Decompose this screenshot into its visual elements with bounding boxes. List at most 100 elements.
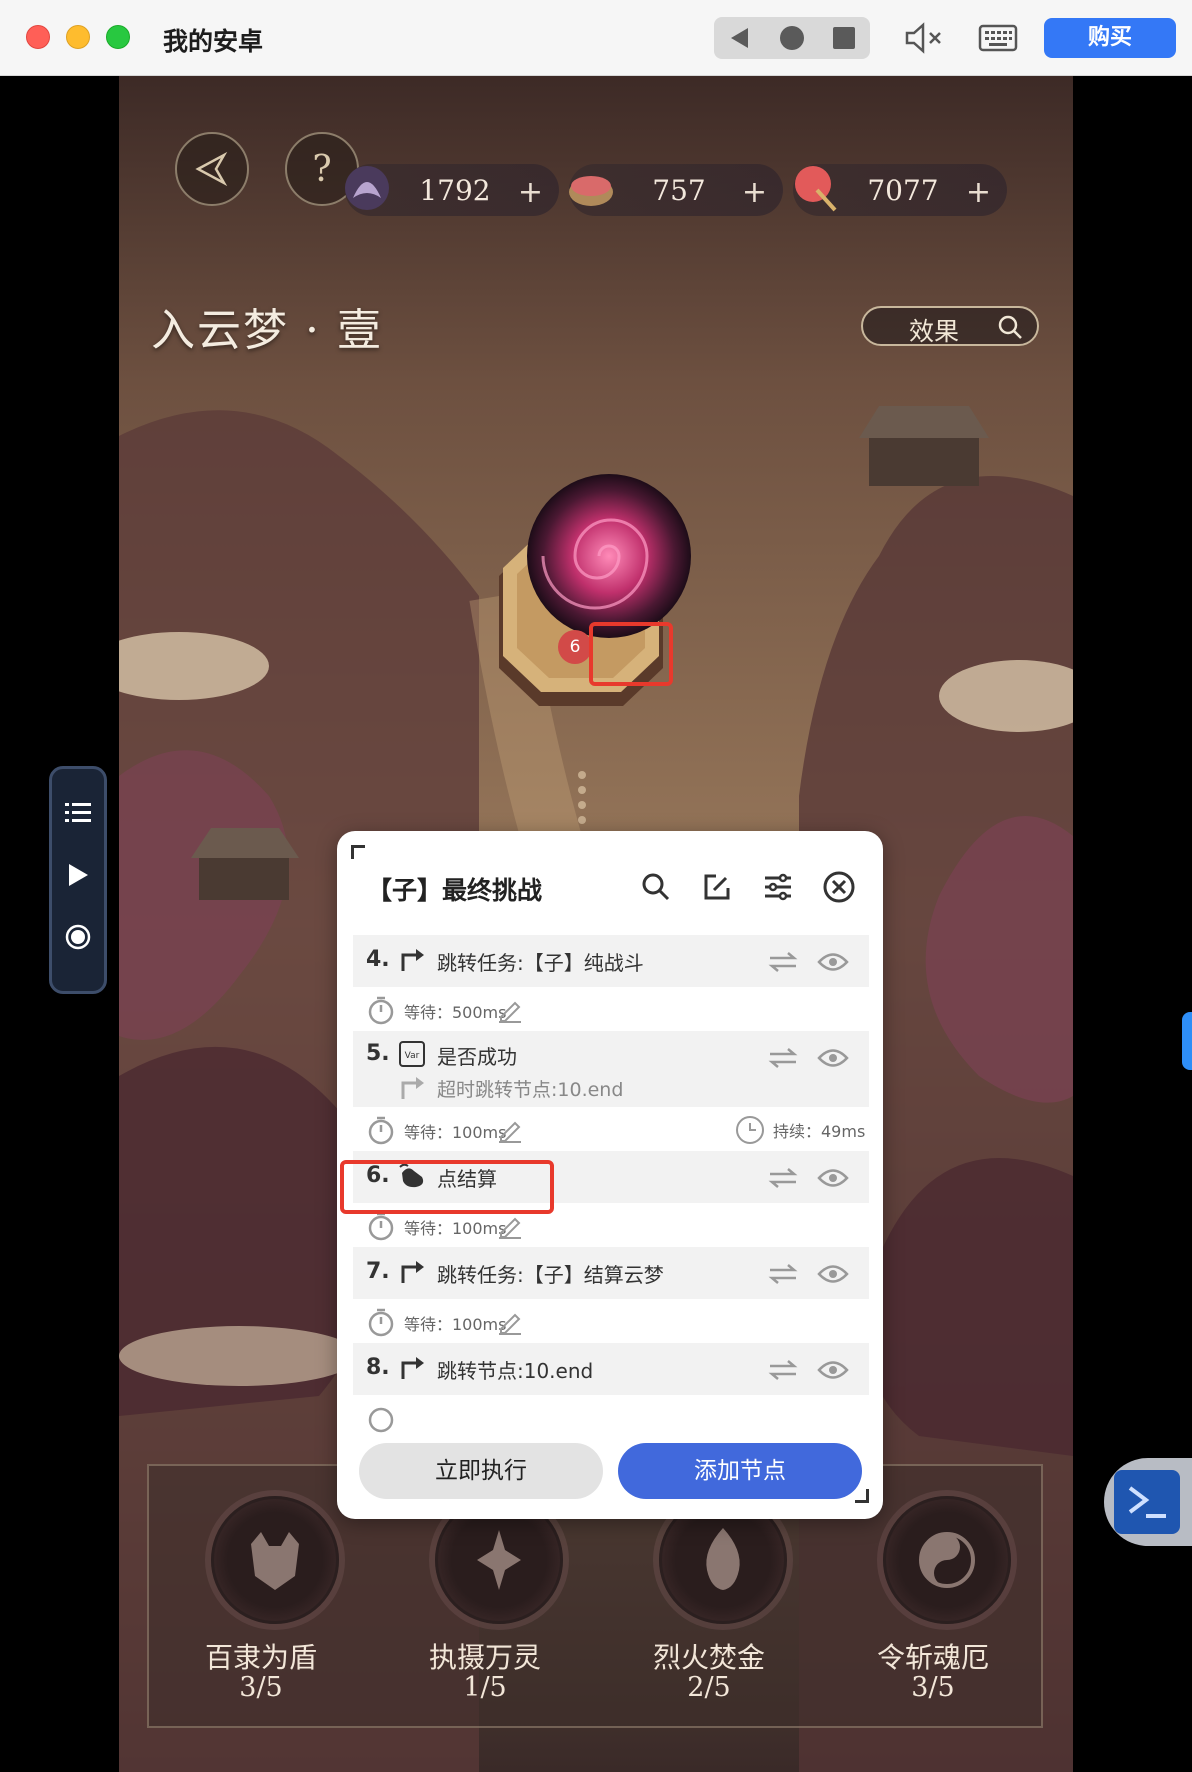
skill-level: 3/5 [911, 1672, 955, 1703]
compass-back-icon [195, 151, 228, 187]
highlight-box-node [589, 622, 673, 686]
pencil-icon[interactable] [497, 1309, 523, 1335]
play-icon [69, 864, 88, 886]
wait-row-partial [353, 1395, 869, 1437]
zoom-window-button[interactable] [106, 25, 130, 49]
list-item[interactable]: 8. 跳转节点:10.end [353, 1343, 869, 1395]
home-button[interactable] [766, 17, 818, 59]
buy-button[interactable]: 购买 [1044, 18, 1176, 58]
skill-name: 百隶为盾 [204, 1641, 317, 1674]
timer-icon [368, 1407, 394, 1433]
add-node-button[interactable]: 添加节点 [618, 1443, 862, 1499]
effect-button[interactable]: 效果 [861, 306, 1039, 346]
keyboard-button[interactable] [976, 17, 1020, 59]
node-number: 7. [366, 1259, 390, 1284]
swap-button[interactable] [765, 947, 801, 977]
recents-button[interactable] [818, 17, 870, 59]
visibility-button[interactable] [815, 1259, 851, 1289]
home-icon [780, 26, 804, 50]
swap-button[interactable] [765, 1043, 801, 1073]
eye-icon [817, 1049, 849, 1067]
timeout-jump-icon [397, 1073, 427, 1103]
add-crystal-button[interactable]: + [518, 175, 543, 210]
panel-title: 【子】最终挑战 [367, 876, 543, 905]
wait-row: 等待：100ms 持续：49ms [353, 1107, 869, 1151]
close-button[interactable] [819, 867, 859, 907]
visibility-button[interactable] [815, 1043, 851, 1073]
swap-button[interactable] [765, 1259, 801, 1289]
list-button[interactable] [52, 787, 104, 839]
add-fan-button[interactable]: + [966, 175, 991, 210]
floating-toolbar [49, 766, 107, 994]
swap-icon [768, 1168, 798, 1188]
pencil-icon[interactable] [497, 1213, 523, 1239]
swap-button[interactable] [765, 1163, 801, 1193]
node-badge[interactable]: 6 [558, 630, 592, 664]
list-item[interactable]: 4. 跳转任务:【子】纯战斗 [353, 935, 869, 987]
timer-icon [368, 1116, 394, 1145]
swap-icon [768, 952, 798, 972]
eye-icon [817, 1361, 849, 1379]
jump-icon [397, 945, 427, 975]
wait-text: 等待：500ms [404, 1003, 507, 1022]
resize-handle-bottom-right[interactable] [855, 1489, 869, 1503]
eye-icon [817, 1265, 849, 1283]
play-button[interactable] [52, 849, 104, 901]
terminal-button[interactable] [1104, 1458, 1192, 1546]
skill-level: 1/5 [463, 1672, 507, 1703]
visibility-button[interactable] [815, 1355, 851, 1385]
skill-name: 烈火焚金 [652, 1641, 765, 1674]
pencil-icon[interactable] [497, 1117, 523, 1143]
node-number: 4. [366, 947, 390, 972]
wait-text: 等待：100ms [404, 1219, 507, 1238]
terminal-icon [1114, 1470, 1180, 1534]
run-now-button[interactable]: 立即执行 [359, 1443, 603, 1499]
side-drawer-handle[interactable] [1182, 1012, 1192, 1070]
mute-button[interactable] [902, 17, 946, 59]
close-icon [823, 871, 855, 903]
timer-icon [368, 1308, 394, 1337]
search-button[interactable] [636, 867, 676, 907]
highlight-box-row [340, 1160, 554, 1214]
add-chest-button[interactable]: + [742, 175, 767, 210]
clock-icon [736, 1116, 764, 1144]
skill-level: 3/5 [239, 1672, 283, 1703]
edit-button[interactable] [697, 867, 737, 907]
swap-button[interactable] [765, 1355, 801, 1385]
keyboard-icon [978, 24, 1018, 52]
swap-icon [768, 1360, 798, 1380]
demon-mask-icon [211, 1496, 339, 1624]
jump-icon [397, 1353, 427, 1383]
skill-level: 2/5 [687, 1672, 731, 1703]
android-nav-group [714, 17, 870, 59]
recents-icon [833, 27, 855, 49]
wait-row: 等待：100ms [353, 1299, 869, 1343]
node-label: 跳转节点:10.end [437, 1359, 594, 1383]
list-icon [65, 803, 91, 822]
resource-chest: 757 + [569, 164, 783, 216]
node-label: 跳转任务:【子】结算云梦 [437, 1263, 664, 1287]
var-icon: Var [397, 1039, 427, 1069]
list-item[interactable]: 5. Var 是否成功 超时跳转节点:10.end [353, 1031, 869, 1107]
resource-crystal: 1792 + [345, 164, 559, 216]
close-window-button[interactable] [26, 25, 50, 49]
node-number: 5. [366, 1041, 390, 1066]
swap-icon [768, 1264, 798, 1284]
back-icon [731, 28, 748, 48]
effect-label: 效果 [909, 317, 960, 346]
resize-handle-top-left[interactable] [351, 845, 365, 859]
visibility-button[interactable] [815, 1163, 851, 1193]
eye-icon [817, 1169, 849, 1187]
crystal-icon [339, 160, 395, 216]
list-item[interactable]: 7. 跳转任务:【子】结算云梦 [353, 1247, 869, 1299]
jump-icon [397, 1257, 427, 1287]
settings-button[interactable] [758, 867, 798, 907]
wait-text: 等待：100ms [404, 1123, 507, 1142]
back-button[interactable] [714, 17, 766, 59]
record-button[interactable] [52, 911, 104, 963]
wait-text: 等待：100ms [404, 1315, 507, 1334]
back-compass-button[interactable] [175, 132, 249, 206]
minimize-window-button[interactable] [66, 25, 90, 49]
visibility-button[interactable] [815, 947, 851, 977]
pencil-icon[interactable] [497, 997, 523, 1023]
